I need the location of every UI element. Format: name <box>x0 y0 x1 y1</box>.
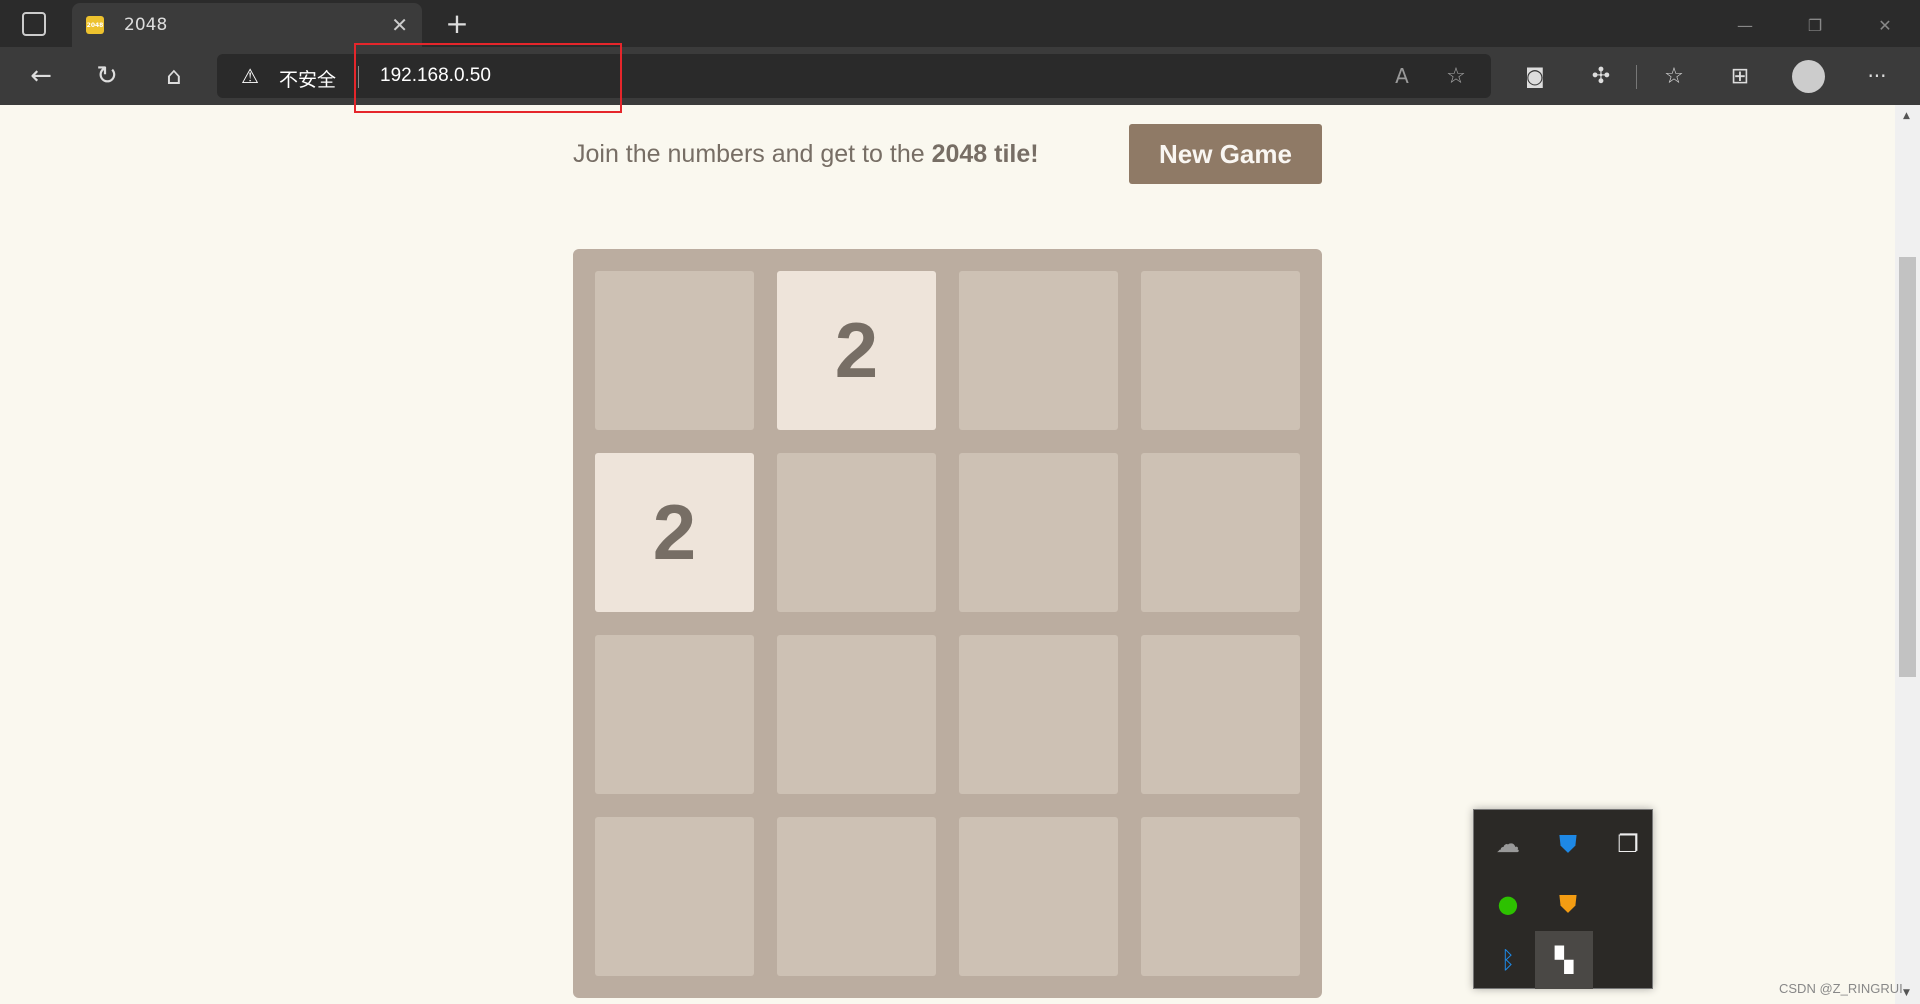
empty-cell <box>959 271 1118 430</box>
empty-cell <box>777 817 936 976</box>
antivirus-shield-icon[interactable]: ⛊ <box>1539 875 1597 933</box>
profile-avatar-icon[interactable] <box>1792 60 1825 93</box>
empty-cell <box>777 635 936 794</box>
tagline-text: Join the numbers and get to the <box>573 140 932 168</box>
empty-cell <box>959 453 1118 612</box>
watermark: CSDN @Z_RINGRUI <box>1779 981 1903 996</box>
tab-title: 2048 <box>124 15 168 35</box>
tile: 2 <box>777 271 936 430</box>
refresh-icon[interactable]: ↻ <box>90 61 124 91</box>
scroll-up-icon[interactable]: ▲ <box>1903 111 1910 121</box>
extension-icon[interactable]: ◙ <box>1520 61 1550 91</box>
app-icon[interactable]: ▚ <box>1535 931 1593 989</box>
tagline: Join the numbers and get to the 2048 til… <box>573 140 1039 169</box>
minimize-icon[interactable]: — <box>1730 10 1760 40</box>
favorites-icon[interactable]: ☆ <box>1659 61 1689 91</box>
new-game-button[interactable]: New Game <box>1129 124 1322 184</box>
empty-cell <box>1141 453 1300 612</box>
empty-cell <box>1141 635 1300 794</box>
tab-actions-icon[interactable] <box>22 12 46 36</box>
onedrive-icon[interactable]: ☁ <box>1479 815 1537 873</box>
tagline-bold: 2048 tile! <box>931 140 1039 168</box>
empty-cell <box>595 817 754 976</box>
add-favorite-icon[interactable]: ☆ <box>1441 62 1471 90</box>
scrollbar[interactable]: ▲ ▼ <box>1895 105 1920 1004</box>
empty-cell <box>595 271 754 430</box>
scrollbar-thumb[interactable] <box>1899 257 1916 677</box>
extensions-puzzle-icon[interactable]: ✣ <box>1586 61 1616 91</box>
more-icon[interactable]: ··· <box>1862 61 1892 91</box>
highlight-box <box>354 43 622 113</box>
system-tray-overflow: ☁ ⛊ ❐ ● ⛊ ᛒ ▚ <box>1473 809 1653 989</box>
game-board: 22 <box>573 249 1322 998</box>
empty-cell <box>1141 817 1300 976</box>
home-icon[interactable]: ⌂ <box>157 61 191 91</box>
restore-icon[interactable]: ❐ <box>1800 10 1830 40</box>
toolbar: ← ↻ ⌂ ⚠ 不安全 192.168.0.50 A ☆ ◙ ✣ ☆ ⊞ ··· <box>0 47 1920 105</box>
empty-cell <box>959 635 1118 794</box>
collections-icon[interactable]: ⊞ <box>1725 61 1755 91</box>
tab-bar: 2048 2048 ✕ + — ❐ ✕ <box>0 0 1920 47</box>
wechat-icon[interactable]: ● <box>1479 875 1537 933</box>
screen-capture-icon[interactable]: ❐ <box>1599 815 1657 873</box>
close-window-icon[interactable]: ✕ <box>1870 10 1900 40</box>
read-aloud-icon[interactable]: A <box>1387 62 1417 90</box>
windows-security-icon[interactable]: ⛊ <box>1539 815 1597 873</box>
close-tab-icon[interactable]: ✕ <box>391 13 408 37</box>
favicon: 2048 <box>86 16 104 34</box>
tile: 2 <box>595 453 754 612</box>
new-tab-icon[interactable]: + <box>442 7 472 40</box>
back-icon[interactable]: ← <box>24 61 58 91</box>
empty-cell <box>1141 271 1300 430</box>
insecure-label[interactable]: 不安全 <box>279 65 336 92</box>
divider <box>1636 65 1637 89</box>
empty-cell <box>959 817 1118 976</box>
empty-cell <box>595 635 754 794</box>
bluetooth-icon[interactable]: ᛒ <box>1479 931 1537 989</box>
warning-icon: ⚠ <box>241 64 259 88</box>
empty-cell <box>777 453 936 612</box>
tab-2048[interactable]: 2048 2048 ✕ <box>72 3 422 47</box>
scroll-down-icon[interactable]: ▼ <box>1903 988 1910 998</box>
